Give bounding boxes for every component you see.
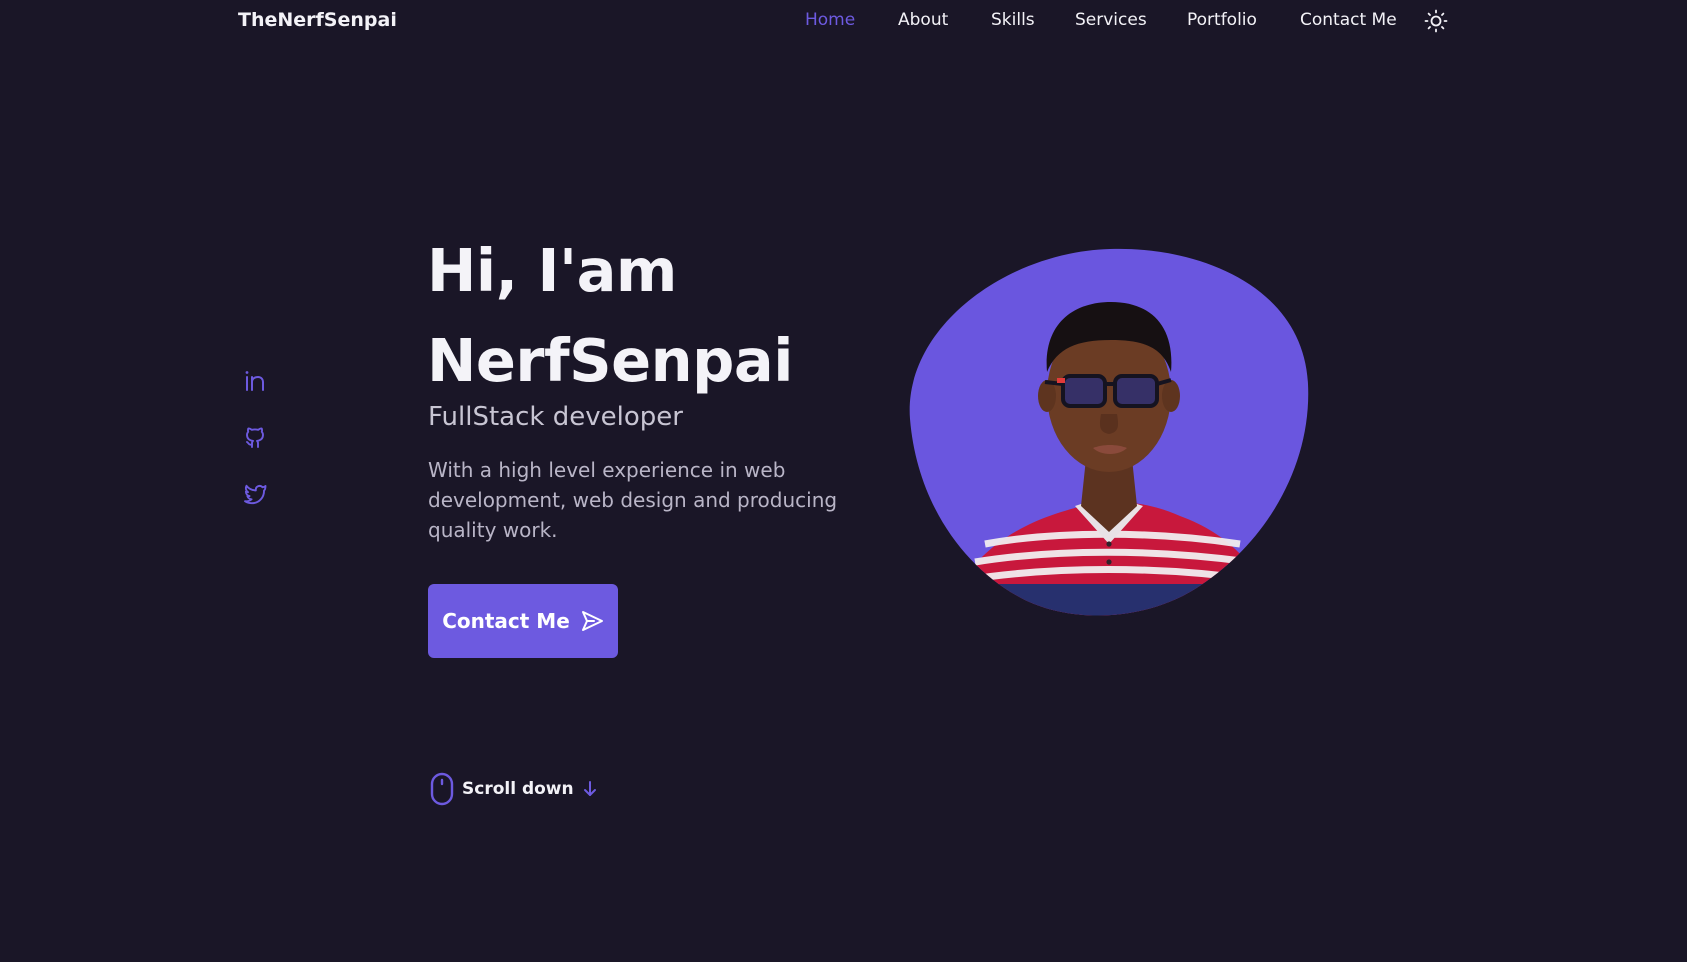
github-link[interactable] <box>242 424 268 450</box>
hero-title-name: NerfSenpai <box>427 326 793 395</box>
linkedin-icon <box>245 371 264 391</box>
theme-toggle-button[interactable] <box>1424 9 1448 33</box>
twitter-link[interactable] <box>242 481 268 507</box>
mouse-icon <box>430 772 454 806</box>
hero-description: With a high level experience in web deve… <box>428 458 838 542</box>
hero-subtitle: FullStack developer <box>428 402 683 432</box>
sun-icon <box>1424 9 1448 33</box>
linkedin-link[interactable] <box>242 368 268 394</box>
arrow-down-icon <box>583 781 596 796</box>
twitter-icon <box>244 484 267 505</box>
send-icon <box>581 611 603 631</box>
scroll-down-link[interactable]: Scroll down <box>430 772 598 806</box>
nav-about[interactable]: About <box>898 10 948 30</box>
nav-services[interactable]: Services <box>1075 10 1147 30</box>
nav-portfolio[interactable]: Portfolio <box>1187 10 1257 30</box>
scroll-down-label: Scroll down <box>462 779 574 799</box>
profile-photo <box>905 244 1313 624</box>
github-icon <box>246 427 264 448</box>
site-header: TheNerfSenpai Home About Skills Services… <box>0 0 1687 44</box>
nav-contact[interactable]: Contact Me <box>1300 10 1397 30</box>
contact-me-button[interactable]: Contact Me <box>428 584 618 658</box>
nav-home[interactable]: Home <box>805 10 855 30</box>
hero-title: Hi, I'am NerfSenpai <box>427 226 793 406</box>
nav-skills[interactable]: Skills <box>991 10 1035 30</box>
hero-title-greeting: Hi, I'am <box>427 236 677 305</box>
contact-me-button-label: Contact Me <box>442 609 570 633</box>
site-logo[interactable]: TheNerfSenpai <box>238 9 397 31</box>
